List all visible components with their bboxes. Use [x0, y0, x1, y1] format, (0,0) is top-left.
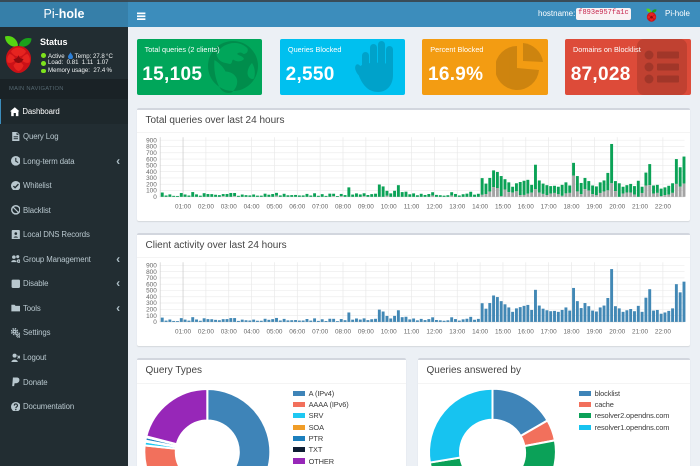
svg-text:08:00: 08:00	[335, 329, 351, 336]
svg-text:400: 400	[146, 169, 157, 176]
svg-text:19:00: 19:00	[586, 204, 602, 211]
svg-text:13:00: 13:00	[449, 329, 465, 336]
svg-text:05:00: 05:00	[266, 204, 282, 211]
svg-text:15:00: 15:00	[495, 204, 511, 211]
svg-text:18:00: 18:00	[564, 329, 580, 336]
svg-text:500: 500	[146, 163, 157, 170]
svg-text:02:00: 02:00	[198, 329, 214, 336]
svg-text:22:00: 22:00	[655, 329, 671, 336]
svg-text:09:00: 09:00	[358, 204, 374, 211]
svg-text:600: 600	[146, 281, 157, 288]
svg-text:600: 600	[146, 156, 157, 163]
svg-text:13:00: 13:00	[449, 204, 465, 211]
svg-text:11:00: 11:00	[404, 329, 420, 336]
svg-text:0: 0	[153, 319, 157, 326]
svg-text:900: 900	[146, 137, 157, 144]
svg-text:04:00: 04:00	[244, 204, 260, 211]
svg-text:700: 700	[146, 150, 157, 157]
svg-text:11:00: 11:00	[404, 204, 420, 211]
svg-text:10:00: 10:00	[381, 204, 397, 211]
svg-text:500: 500	[146, 288, 157, 295]
svg-text:900: 900	[146, 263, 157, 270]
svg-text:21:00: 21:00	[632, 329, 648, 336]
svg-text:19:00: 19:00	[586, 329, 602, 336]
svg-text:10:00: 10:00	[381, 329, 397, 336]
svg-text:0: 0	[153, 194, 157, 201]
svg-text:06:00: 06:00	[289, 329, 305, 336]
svg-text:02:00: 02:00	[198, 204, 214, 211]
svg-text:21:00: 21:00	[632, 204, 648, 211]
svg-text:03:00: 03:00	[221, 329, 237, 336]
svg-text:04:00: 04:00	[244, 329, 260, 336]
svg-text:03:00: 03:00	[221, 204, 237, 211]
svg-text:15:00: 15:00	[495, 329, 511, 336]
svg-text:700: 700	[146, 275, 157, 282]
svg-text:200: 200	[146, 181, 157, 188]
svg-text:09:00: 09:00	[358, 329, 374, 336]
svg-text:06:00: 06:00	[289, 204, 305, 211]
svg-text:800: 800	[146, 144, 157, 151]
svg-text:14:00: 14:00	[472, 204, 488, 211]
svg-text:20:00: 20:00	[609, 329, 625, 336]
svg-text:400: 400	[146, 294, 157, 301]
svg-text:100: 100	[146, 188, 157, 195]
svg-text:18:00: 18:00	[564, 204, 580, 211]
svg-text:16:00: 16:00	[518, 329, 534, 336]
svg-text:07:00: 07:00	[312, 329, 328, 336]
svg-text:08:00: 08:00	[335, 204, 351, 211]
svg-text:22:00: 22:00	[655, 204, 671, 211]
svg-text:01:00: 01:00	[175, 329, 191, 336]
svg-text:800: 800	[146, 269, 157, 276]
svg-text:300: 300	[146, 175, 157, 182]
svg-text:01:00: 01:00	[175, 204, 191, 211]
svg-text:20:00: 20:00	[609, 204, 625, 211]
svg-text:100: 100	[146, 313, 157, 320]
svg-text:17:00: 17:00	[541, 204, 557, 211]
svg-text:16:00: 16:00	[518, 204, 534, 211]
svg-text:200: 200	[146, 307, 157, 314]
svg-text:05:00: 05:00	[266, 329, 282, 336]
svg-text:07:00: 07:00	[312, 204, 328, 211]
svg-text:300: 300	[146, 300, 157, 307]
svg-text:14:00: 14:00	[472, 329, 488, 336]
svg-text:17:00: 17:00	[541, 329, 557, 336]
svg-text:12:00: 12:00	[426, 329, 442, 336]
svg-text:12:00: 12:00	[426, 204, 442, 211]
